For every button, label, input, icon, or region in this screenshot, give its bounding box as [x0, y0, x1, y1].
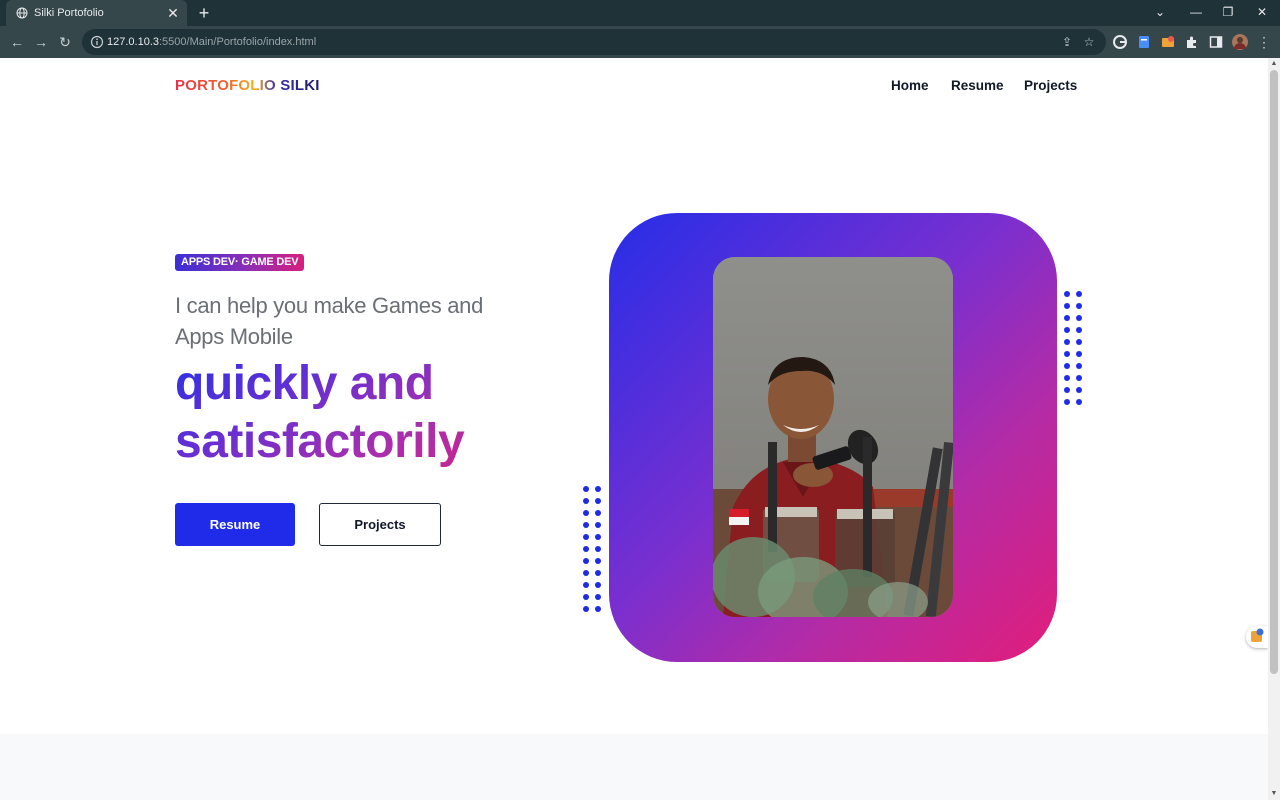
- tab-title: Silki Portofolio: [34, 7, 104, 19]
- hero-image-frame: [609, 213, 1057, 662]
- star-icon[interactable]: ☆: [1081, 34, 1097, 50]
- profile-photo: [713, 257, 953, 617]
- profile-avatar[interactable]: [1232, 34, 1248, 50]
- hero-headline: quickly and satisfactorily: [175, 355, 535, 471]
- role-badge: APPS DEV· GAME DEV: [175, 254, 305, 271]
- floating-extension-icon[interactable]: [1246, 626, 1268, 648]
- nav-home[interactable]: Home: [891, 78, 929, 93]
- browser-toolbar: ← → ↻ 127.0.10.3:5500/Main/Portofolio/in…: [0, 26, 1280, 58]
- nav-projects[interactable]: Projects: [1024, 78, 1077, 93]
- page-viewport: PORTOFOLIO SILKI Home Resume Projects AP…: [0, 58, 1268, 800]
- extension-g-icon[interactable]: [1112, 34, 1128, 50]
- next-section-background: [0, 734, 1268, 800]
- scrollbar-thumb[interactable]: [1270, 70, 1278, 674]
- scroll-down-icon[interactable]: ▼: [1270, 790, 1278, 798]
- extension-doc-icon[interactable]: [1136, 34, 1152, 50]
- info-icon[interactable]: [90, 35, 104, 49]
- window-close-icon[interactable]: ✕: [1252, 3, 1272, 21]
- chevron-down-icon[interactable]: ⌄: [1150, 3, 1170, 21]
- projects-button[interactable]: Projects: [319, 503, 441, 546]
- hero-lead: I can help you make Games and Apps Mobil…: [175, 293, 484, 349]
- plus-icon[interactable]: +: [195, 4, 213, 22]
- globe-icon: [16, 7, 28, 19]
- reload-icon[interactable]: ↻: [56, 33, 74, 51]
- more-vertical-icon[interactable]: ⋮: [1255, 33, 1273, 51]
- close-icon[interactable]: ✕: [165, 5, 181, 21]
- scroll-up-icon[interactable]: ▲: [1270, 60, 1278, 68]
- puzzle-icon[interactable]: [1184, 34, 1200, 50]
- share-icon[interactable]: ⇪: [1059, 34, 1075, 50]
- sidepanel-icon[interactable]: [1208, 34, 1224, 50]
- restore-icon[interactable]: ❐: [1218, 3, 1238, 21]
- resume-button[interactable]: Resume: [175, 503, 295, 546]
- nav-resume[interactable]: Resume: [951, 78, 1004, 93]
- extension-flag-icon[interactable]: [1160, 34, 1176, 50]
- url-text[interactable]: 127.0.10.3:5500/Main/Portofolio/index.ht…: [107, 36, 316, 48]
- arrow-left-icon[interactable]: ←: [8, 33, 26, 51]
- page-scrollbar[interactable]: ▲ ▼: [1268, 58, 1280, 800]
- browser-tab-strip: Silki Portofolio ✕ + ⌄ — ❐ ✕: [0, 0, 1280, 26]
- minimize-icon[interactable]: —: [1186, 3, 1206, 21]
- address-bar[interactable]: 127.0.10.3:5500/Main/Portofolio/index.ht…: [82, 29, 1106, 55]
- site-logo[interactable]: PORTOFOLIO SILKI: [175, 77, 320, 94]
- arrow-right-icon[interactable]: →: [32, 33, 50, 51]
- browser-tab[interactable]: Silki Portofolio ✕: [6, 0, 187, 26]
